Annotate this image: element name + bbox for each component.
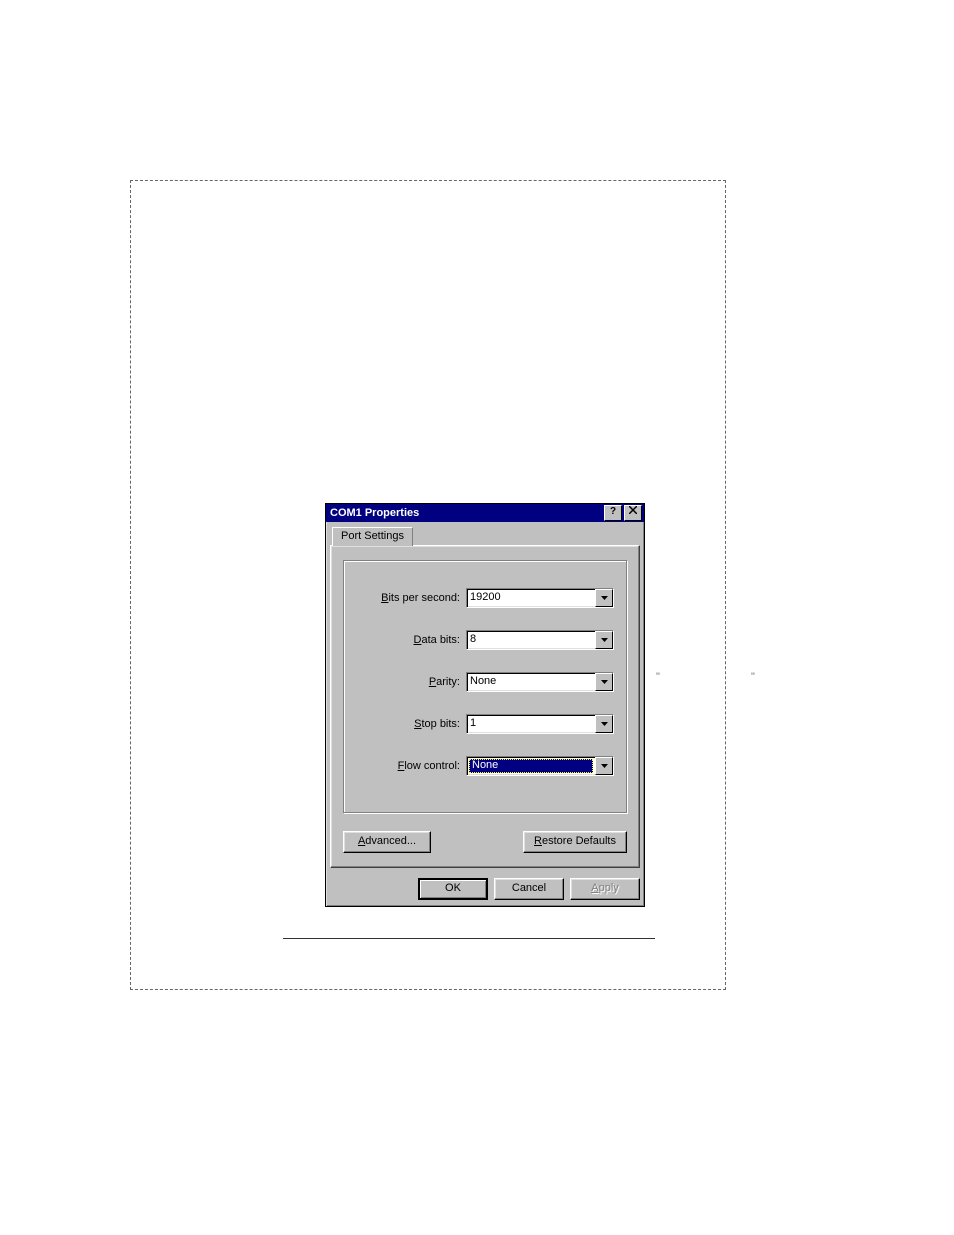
button-label: OK [445, 882, 461, 894]
help-button[interactable]: ? [604, 505, 622, 521]
combo-value: None [467, 673, 595, 691]
cancel-button[interactable]: Cancel [494, 878, 564, 900]
row-bits-per-second: Bits per second: 19200 [344, 587, 614, 609]
tab-port-settings[interactable]: Port Settings [332, 527, 413, 546]
button-label: dvanced... [365, 835, 416, 847]
combo-flow-control[interactable]: None [466, 756, 614, 776]
tabstrip: Port Settings [330, 526, 640, 546]
dialog-client-area: Port Settings Bits per second: 19200 [330, 526, 640, 902]
horizontal-rule [283, 938, 655, 939]
combo-bits-per-second[interactable]: 19200 [466, 588, 614, 608]
advanced-button[interactable]: Advanced... [343, 831, 431, 853]
row-flow-control: Flow control: None [344, 755, 614, 777]
label-stop-bits: Stop bits: [344, 718, 466, 730]
button-label: estore Defaults [542, 835, 616, 847]
dropdown-arrow-icon[interactable] [595, 589, 613, 607]
dropdown-arrow-icon[interactable] [595, 715, 613, 733]
dropdown-arrow-icon[interactable] [595, 757, 613, 775]
tabpage-port-settings: Bits per second: 19200 Data bits: 8 [330, 545, 640, 868]
combo-value: 8 [467, 631, 595, 649]
titlebar[interactable]: COM1 Properties ? [326, 504, 644, 522]
label-bits-per-second: Bits per second: [344, 592, 466, 604]
close-icon [629, 506, 637, 514]
button-label: pply [599, 882, 619, 894]
dropdown-arrow-icon[interactable] [595, 673, 613, 691]
combo-value: 1 [467, 715, 595, 733]
label-flow-control: Flow control: [344, 760, 466, 772]
row-stop-bits: Stop bits: 1 [344, 713, 614, 735]
label-data-bits: Data bits: [344, 634, 466, 646]
row-data-bits: Data bits: 8 [344, 629, 614, 651]
button-label: Cancel [512, 882, 546, 894]
label-parity: Parity: [344, 676, 466, 688]
combo-value: None [469, 759, 593, 773]
dialog-title: COM1 Properties [330, 507, 602, 519]
dropdown-arrow-icon[interactable] [595, 631, 613, 649]
apply-button[interactable]: Apply [570, 878, 640, 900]
dialog-button-bar: OK Cancel Apply [418, 878, 640, 900]
combo-stop-bits[interactable]: 1 [466, 714, 614, 734]
tab-label: Port Settings [341, 530, 404, 542]
com1-properties-dialog: COM1 Properties ? Port Settings Bits per… [325, 503, 645, 907]
combo-value: 19200 [467, 589, 595, 607]
decorative-quote: " [751, 671, 755, 683]
ok-button[interactable]: OK [418, 878, 488, 900]
restore-defaults-button[interactable]: Restore Defaults [523, 831, 627, 853]
row-parity: Parity: None [344, 671, 614, 693]
close-button[interactable] [624, 505, 642, 521]
combo-parity[interactable]: None [466, 672, 614, 692]
decorative-quote: " [656, 671, 660, 683]
combo-data-bits[interactable]: 8 [466, 630, 614, 650]
settings-group: Bits per second: 19200 Data bits: 8 [343, 560, 627, 813]
